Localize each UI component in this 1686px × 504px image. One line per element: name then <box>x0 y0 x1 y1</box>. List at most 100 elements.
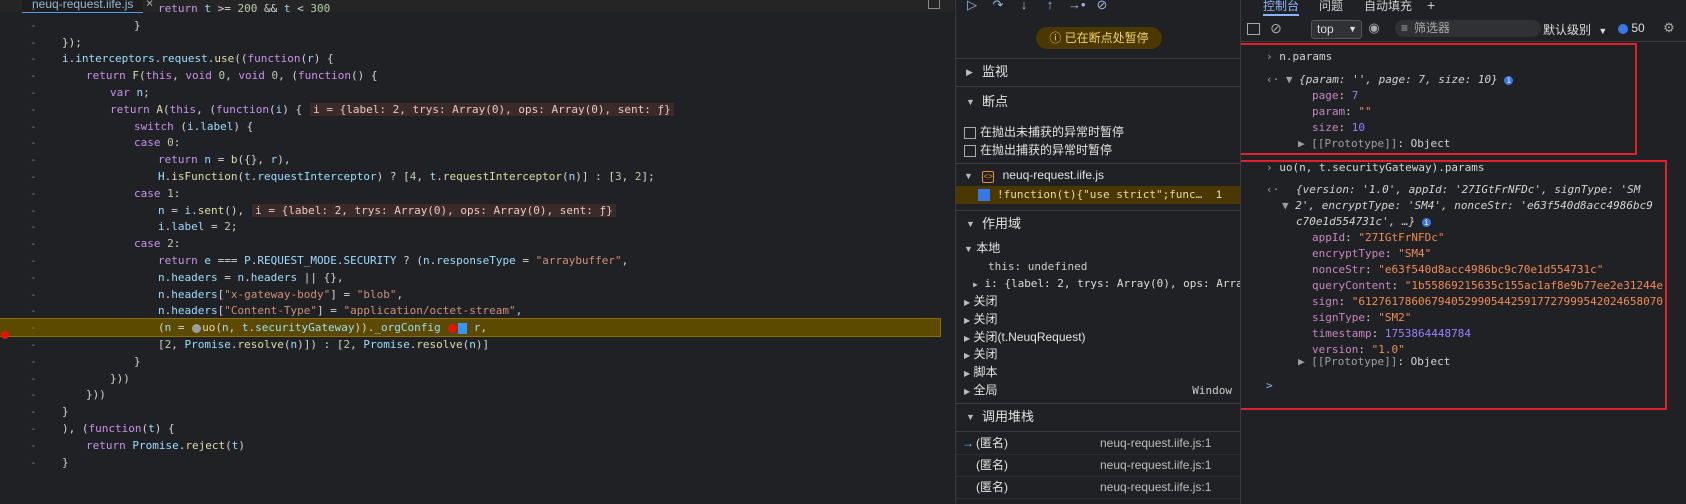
console-prompt[interactable]: > <box>1266 378 1273 394</box>
sidebar-toggle-icon[interactable] <box>1247 23 1260 35</box>
code-text: } <box>62 454 69 471</box>
code-token: , ( <box>278 69 298 83</box>
code-token: t <box>204 2 211 15</box>
pause-uncaught-option[interactable]: 在抛出未捕获的异常时暂停 <box>964 124 1124 140</box>
breakpoint-file-name: neuq-request.iife.js <box>1002 168 1104 182</box>
deactivate-breakpoints-icon[interactable]: ⊘ <box>1094 0 1110 14</box>
code-token: , <box>171 338 185 351</box>
console-result-summary[interactable]: ‹· ▼ {param: '', page: 7, size: 10} i <box>1266 72 1514 88</box>
breakpoint-entry[interactable]: !function(t){"use strict";func… 1 <box>956 186 1240 204</box>
frame-location[interactable]: neuq-request.iife.js:1 <box>1100 432 1211 454</box>
scope-closure[interactable]: ▶ 关闭 <box>964 311 998 328</box>
pause-uncaught-checkbox[interactable] <box>964 126 976 139</box>
scope-closure[interactable]: ▶ 关闭(t.NeuqRequest) <box>964 329 1086 346</box>
paused-code-line: - (n = uo(n, t.securityGateway))._orgConf… <box>0 318 941 338</box>
code-token: < <box>290 2 311 15</box>
gear-icon[interactable]: ⚙ <box>1662 21 1676 35</box>
breakpoint-marker-icon[interactable] <box>1 331 9 339</box>
line-gutter-mark: - <box>30 371 37 385</box>
section-scope[interactable]: ▼ 作用域 <box>956 214 1240 234</box>
issues-counter[interactable]: 50 <box>1618 21 1645 35</box>
pause-caught-checkbox[interactable] <box>964 144 976 157</box>
scope-script[interactable]: ▶ 脚本 <box>964 364 998 381</box>
code-text: return F(this, void 0, void 0, (function… <box>86 67 377 84</box>
script-file-icon: <> <box>982 171 995 183</box>
line-gutter-mark: - <box>30 86 37 99</box>
eye-icon[interactable]: ◉ <box>1367 21 1381 35</box>
tab-autofill[interactable]: 自动填充 <box>1364 0 1412 14</box>
breakpoint-file-group[interactable]: ▼ <> neuq-request.iife.js <box>964 167 1104 183</box>
pause-caught-option[interactable]: 在抛出捕获的异常时暂停 <box>964 142 1112 158</box>
code-token: || {}, <box>297 270 344 284</box>
code-token: return <box>86 69 126 83</box>
frame-location[interactable]: neuq-request.iife.js:1 <box>1100 454 1211 476</box>
code-token: n <box>158 270 165 284</box>
property-key: sign <box>1312 295 1339 308</box>
code-editor[interactable]: neuq-request.iife.js × - return t >= 200 … <box>0 0 954 504</box>
section-watch[interactable]: ▶ 监视 <box>956 62 1240 82</box>
info-icon: i <box>1421 217 1431 227</box>
callstack-frame[interactable]: (匿名) neuq-request.iife.js:1 <box>956 454 1240 477</box>
breakpoint-enabled-checkbox[interactable] <box>978 189 990 201</box>
code-text: switch (i.label) { <box>134 118 253 135</box>
code-token: ; <box>230 220 238 234</box>
property-value: "27IGtFrNFDc" <box>1358 231 1445 244</box>
filter-input[interactable]: ≡ 筛选器 <box>1395 20 1541 37</box>
code-token: reject <box>185 438 226 452</box>
add-tab-button[interactable]: + <box>1427 0 1435 13</box>
code-token: ) { <box>233 119 254 133</box>
step-into-icon[interactable]: ↓ <box>1016 0 1032 14</box>
object-prototype[interactable]: ▶ [[Prototype]]: Object <box>1298 354 1450 370</box>
scope-closure[interactable]: ▶ 关闭 <box>964 293 998 310</box>
code-line: -})) <box>0 370 940 387</box>
scope-closure[interactable]: ▶ 关闭 <box>964 346 998 363</box>
inline-breakpoint-icon[interactable] <box>192 323 202 333</box>
tab-console[interactable]: 控制台 <box>1263 0 1300 16</box>
code-token: n <box>222 321 229 335</box>
property-key: encryptType <box>1312 247 1385 260</box>
code-token: )). <box>354 321 375 335</box>
tab-issues[interactable]: 问题 <box>1319 0 1343 14</box>
code-token: ), <box>277 153 291 167</box>
console-result-summary[interactable]: ‹· <box>1266 182 1286 198</box>
code-token: && <box>257 2 284 15</box>
console-token: : <box>1338 295 1352 308</box>
console-input-text: uo(n, t.securityGateway).params <box>1279 161 1485 174</box>
context-select[interactable]: top ▼ <box>1311 20 1362 39</box>
log-level-select[interactable]: 默认级别 ▼ <box>1543 21 1607 38</box>
section-callstack[interactable]: ▼ 调用堆栈 <box>956 407 1240 427</box>
line-gutter-mark: - <box>30 455 37 469</box>
code-text: (n = uo(n, t.securityGateway))._orgConfi… <box>158 319 487 336</box>
chevron-right-icon: ▶ <box>964 369 971 378</box>
scope-local[interactable]: ▼ 本地 <box>964 240 1000 257</box>
code-token: A <box>156 102 163 116</box>
code-token: })) <box>110 371 130 385</box>
step-icon[interactable]: →• <box>1068 0 1086 14</box>
code-token: ] = <box>316 304 344 318</box>
line-gutter-mark: - <box>30 237 37 251</box>
summary-line: c70e1d554731c', …} <box>1296 215 1416 228</box>
chevron-down-icon: ▼ <box>966 412 975 422</box>
object-property: appId: "27IGtFrNFDc" <box>1312 230 1444 246</box>
code-text: i.label = 2; <box>158 218 238 235</box>
section-breakpoints[interactable]: ▼ 断点 <box>956 92 1240 112</box>
inline-breakpoint-icon[interactable] <box>448 323 458 333</box>
clear-console-icon[interactable]: ⊘ <box>1269 21 1283 35</box>
callstack-frame[interactable]: → (匿名) neuq-request.iife.js:1 <box>956 432 1240 455</box>
code-line: - [2, Promise.resolve(n)]) : [2, Promise.… <box>0 336 940 353</box>
console-token: : <box>1345 105 1359 118</box>
callstack-frame[interactable]: (匿名) neuq-request.iife.js:1 <box>956 476 1240 499</box>
step-over-icon[interactable]: ↷ <box>990 0 1006 14</box>
step-out-icon[interactable]: ↑ <box>1042 0 1058 14</box>
frame-location[interactable]: neuq-request.iife.js:1 <box>1100 476 1211 498</box>
resume-icon[interactable]: ▷ <box>964 0 980 14</box>
object-prototype[interactable]: ▶ [[Prototype]]: Object <box>1298 136 1450 152</box>
divider <box>1241 41 1686 42</box>
result-arrow-icon: ‹· <box>1266 73 1286 86</box>
scope-this: this: undefined <box>988 260 1088 273</box>
line-gutter-mark: - <box>30 69 37 83</box>
scope-var-i[interactable]: ▶ i: {label: 2, trys: Array(0), ops: Arr… <box>973 275 1240 292</box>
scope-global[interactable]: ▶ 全局 Window <box>964 382 1232 399</box>
line-gutter-mark: - <box>30 153 37 167</box>
